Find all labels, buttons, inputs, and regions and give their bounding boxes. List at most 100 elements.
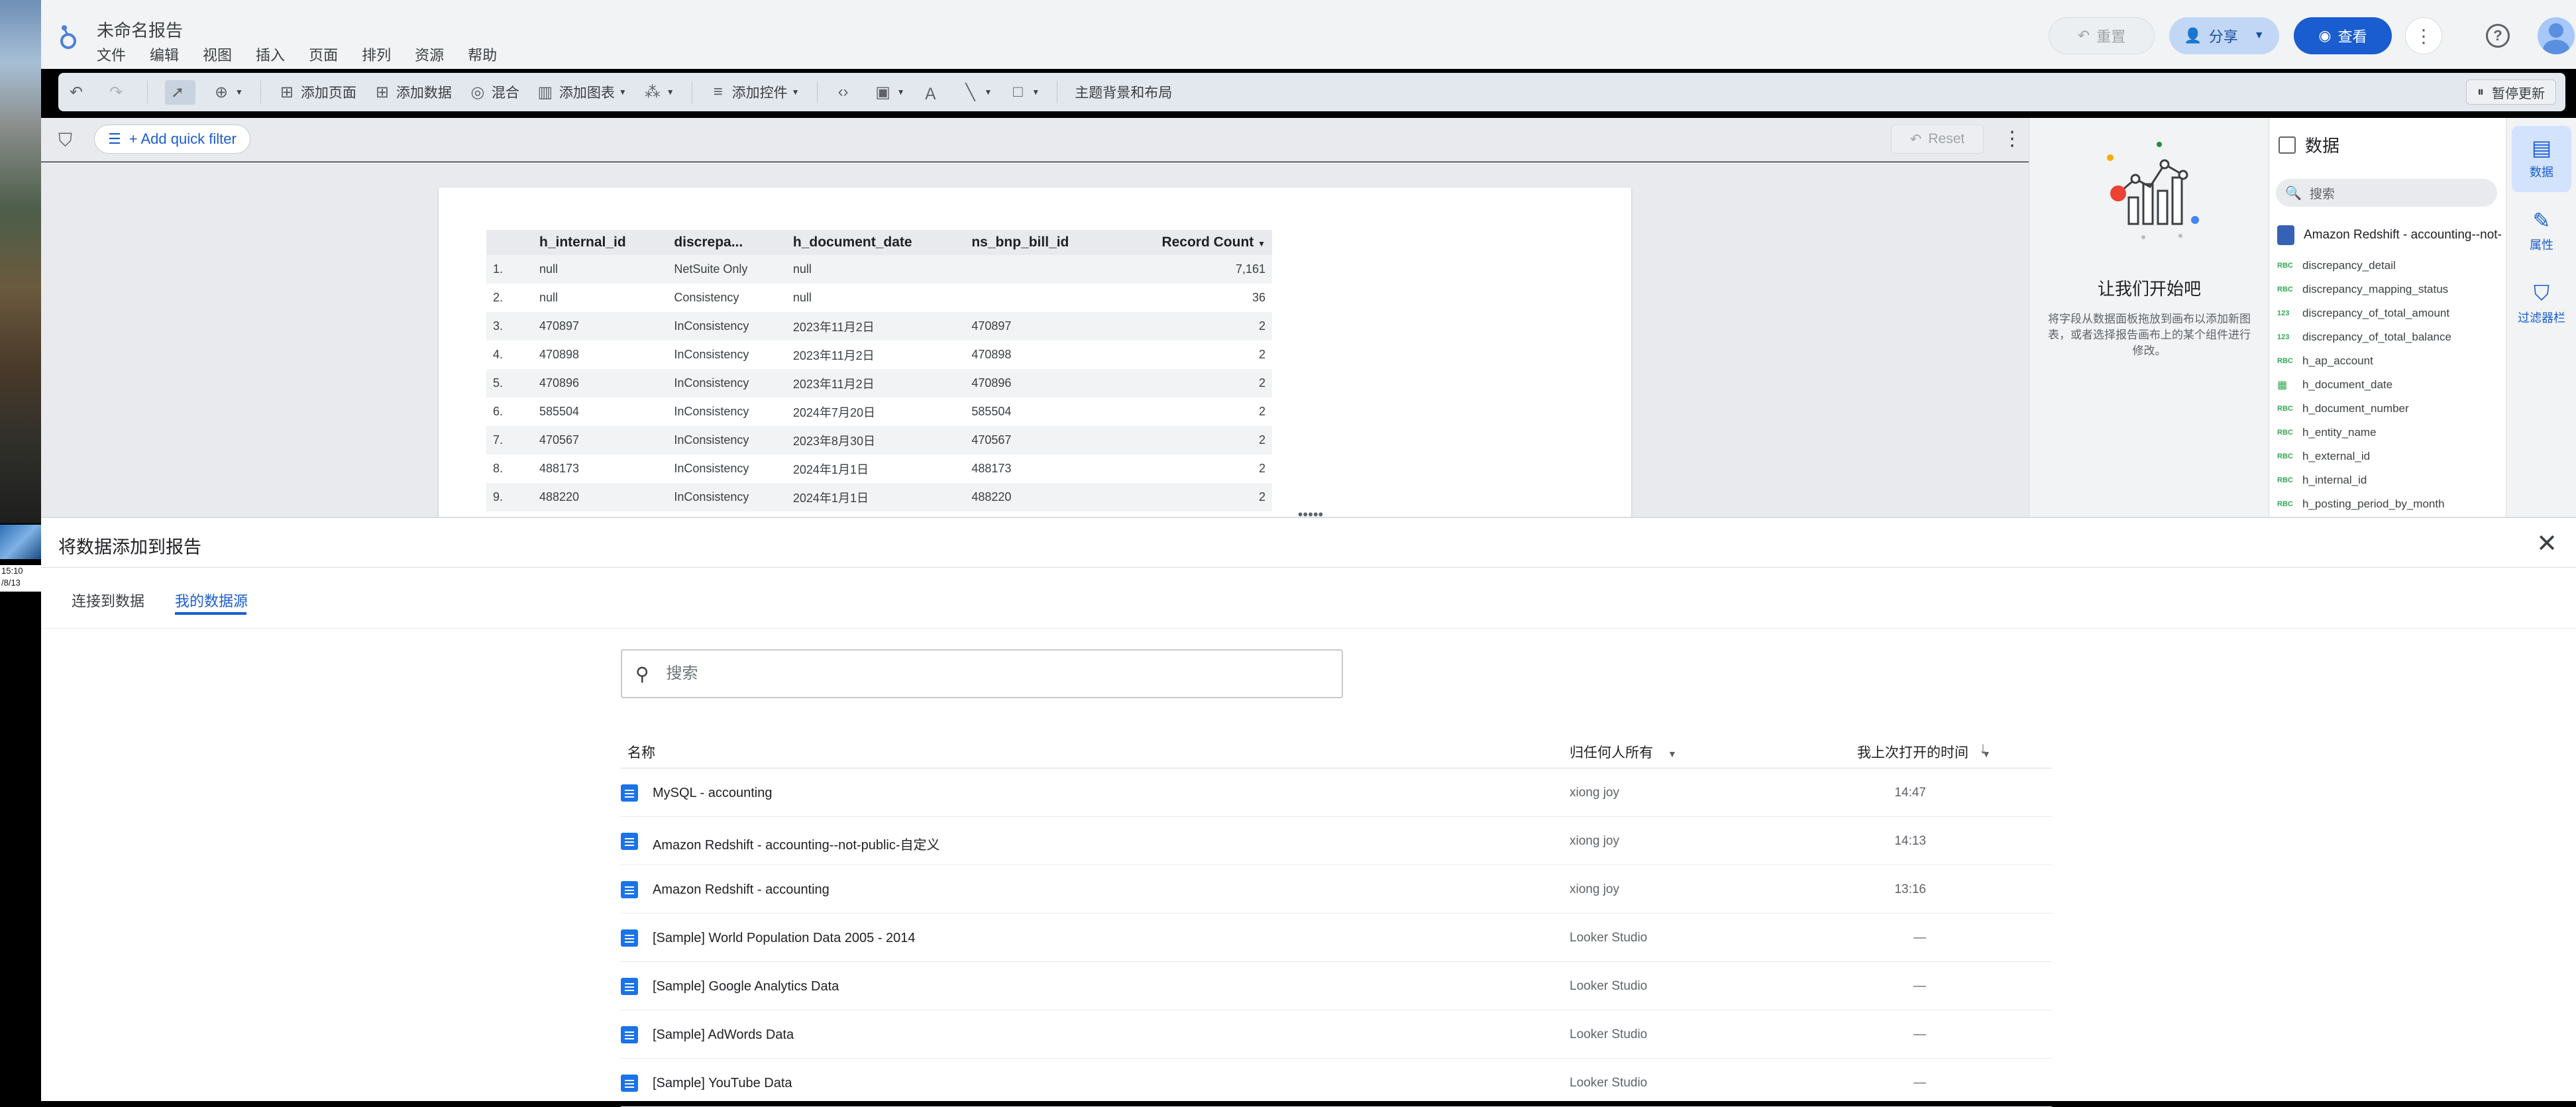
data-source-row[interactable]: Amazon Redshift - accounting--not-public… [621, 817, 2052, 865]
column-name-header[interactable]: 名称 [627, 742, 655, 762]
more-options-icon[interactable]: ⋮ [2405, 17, 2442, 54]
table-cell [965, 255, 1114, 284]
data-source-row[interactable]: Amazon Redshift - accounting xiong joy 13:… [621, 865, 2052, 914]
menu-resource[interactable]: 资源 [415, 44, 444, 65]
field-item[interactable]: RBC h_posting_period_by_month [2277, 492, 2502, 516]
view-label: 查看 [2337, 28, 2367, 45]
field-item[interactable]: RBC h_entity_name [2277, 421, 2502, 445]
row-index: 6. [493, 405, 504, 418]
add-page-button[interactable]: ⊞ 添加页面 [278, 82, 356, 102]
redo-button[interactable]: ↷ [107, 83, 130, 102]
table-cell: 2024年1月1日 [792, 462, 869, 476]
tab-my-data-sources[interactable]: 我的数据源 [175, 590, 248, 611]
help-icon[interactable]: ? [2486, 24, 2510, 48]
menu-edit[interactable]: 编辑 [150, 44, 179, 65]
table-header[interactable]: h_document_date [786, 230, 965, 255]
theme-layout-button[interactable]: 主题背景和布局 [1075, 82, 1172, 102]
table-row[interactable]: 2. null Consistency null 36 [486, 284, 1272, 312]
data-source-search-input[interactable] [666, 664, 1263, 683]
more-options-icon[interactable]: ⋮ [2002, 127, 2022, 150]
report-title[interactable]: 未命名报告 [97, 17, 183, 42]
table-header[interactable]: h_internal_id [533, 230, 668, 255]
data-source-row[interactable]: [Sample] World Population Data 2005 - 20… [621, 914, 2052, 962]
menu-file[interactable]: 文件 [97, 44, 126, 65]
column-owner-header[interactable]: 归任何人所有 ▼ [1570, 742, 1677, 762]
select-tool-button[interactable]: ➚ [165, 79, 195, 105]
field-item[interactable]: ▦ h_document_date [2277, 373, 2502, 397]
field-item[interactable]: RBC h_internal_id [2277, 468, 2502, 492]
share-button[interactable]: 👤 分享 ▼ [2169, 17, 2279, 54]
table-row[interactable]: 8. 488173 InConsistency 2024年1月1日 488173 2 [486, 454, 1272, 483]
data-source-row[interactable]: MySQL - accounting xiong joy 14:47 [621, 768, 2052, 817]
field-item[interactable]: 123 discrepancy_of_total_amount [2277, 301, 2502, 325]
tab-connect-to-data[interactable]: 连接到数据 [72, 590, 144, 611]
chart-illustration-icon [2107, 142, 2199, 239]
table-row[interactable]: 6. 585504 InConsistency 2024年7月20日 585504 2 [486, 397, 1272, 426]
data-source-row[interactable]: [Sample] Google Analytics Data Looker Stu… [621, 962, 2052, 1010]
row-index: 8. [493, 462, 504, 475]
side-tab-properties[interactable]: ✎ 属性 [2512, 199, 2571, 265]
data-source-row[interactable]: [Sample] YouTube Data Looker Studio — [621, 1059, 2052, 1107]
menu-insert[interactable]: 插入 [256, 44, 285, 65]
reset-button[interactable]: ↶ 重置 [2049, 17, 2155, 54]
table-header[interactable]: ns_bnp_bill_id [965, 230, 1114, 255]
view-button[interactable]: ◉ 查看 [2294, 17, 2392, 54]
table-row[interactable]: 1. null NetSuite Only null 7,161 [486, 255, 1272, 284]
zoom-button[interactable]: ⊕ ▼ [213, 83, 243, 102]
table-row[interactable]: 5. 470896 InConsistency 2023年11月2日 470896 2 [486, 369, 1272, 397]
field-item[interactable]: RBC h_external_id [2277, 445, 2502, 468]
pause-updates-button[interactable]: ⏸ 暂停更新 [2466, 79, 2556, 105]
avatar[interactable] [2538, 17, 2575, 54]
data-source-item[interactable]: Amazon Redshift - accounting--not-p... [2277, 225, 2502, 245]
reset-filter-button[interactable]: ↶ Reset [1891, 125, 1984, 154]
table-header[interactable]: discrepa... [667, 230, 786, 255]
table-row[interactable]: 7. 470567 InConsistency 2023年8月30日 470567 2 [486, 426, 1272, 454]
line-button[interactable]: ╲ ▼ [961, 83, 992, 102]
undo-icon: ↶ [69, 83, 83, 101]
blend-button[interactable]: ◎ 混合 [469, 82, 519, 102]
field-item[interactable]: RBC h_ap_account [2277, 349, 2502, 373]
field-item[interactable]: 123 discrepancy_of_total_balance [2277, 325, 2502, 349]
field-search-input[interactable]: 🔍 搜索 [2276, 179, 2497, 207]
data-source-search[interactable]: ⚲ [621, 649, 1343, 698]
community-viz-button[interactable]: ⁂ ▼ [644, 83, 674, 102]
resize-handle[interactable]: ••••• [1297, 507, 1324, 522]
add-chart-button[interactable]: ▥ 添加图表 ▼ [537, 82, 627, 102]
menu-arrange[interactable]: 排列 [362, 44, 391, 65]
data-panel: 数据 🔍 搜索 Amazon Redshift - accounting--no… [2269, 118, 2506, 517]
embed-code-button[interactable]: ‹› [835, 83, 857, 101]
menu-page[interactable]: 页面 [309, 44, 338, 65]
data-source-row[interactable]: [Sample] AdWords Data Looker Studio — [621, 1010, 2052, 1059]
table-row[interactable]: 3. 470897 InConsistency 2023年11月2日 470897 2 [486, 312, 1272, 341]
table-header-sorted[interactable]: Record Count ▼ [1114, 230, 1272, 255]
field-item[interactable]: RBC discrepancy_detail [2277, 254, 2502, 278]
add-control-button[interactable]: ≡ 添加控件 ▼ [710, 82, 800, 102]
column-last-opened-header[interactable]: 我上次打开的时间 ▼ [1857, 742, 1991, 762]
image-button[interactable]: ▣ ▼ [875, 83, 904, 102]
side-tab-filter-bar[interactable]: ⛉ 过滤器栏 [2512, 272, 2571, 338]
table-cell: 470897 [965, 312, 1114, 341]
data-source-owner: Looker Studio [1570, 1076, 1648, 1090]
add-data-button[interactable]: ⊞ 添加数据 [374, 82, 452, 102]
shape-button[interactable]: □ ▼ [1009, 83, 1040, 101]
text-button[interactable]: Ａ [922, 81, 944, 104]
table-row[interactable]: 4. 470898 InConsistency 2023年11月2日 470898 2 [486, 341, 1272, 369]
menu-help[interactable]: 帮助 [468, 44, 497, 65]
chevron-down-icon[interactable]: ▼ [2254, 30, 2265, 42]
get-started-panel: 让我们开始吧 将字段从数据面板拖放到画布以添加新图表，或者选择报告画布上的某个组… [2029, 118, 2269, 517]
sort-arrow-down-icon[interactable]: ↓ [1979, 739, 1987, 758]
undo-button[interactable]: ↶ [68, 83, 90, 102]
menu-view[interactable]: 视图 [203, 44, 232, 65]
add-quick-filter-button[interactable]: ☰ + Add quick filter [94, 125, 250, 154]
filter-icon[interactable]: ⛉ [58, 130, 72, 152]
side-tab-data[interactable]: ▤ 数据 [2512, 126, 2571, 192]
field-item[interactable]: RBC discrepancy_mapping_status [2277, 278, 2502, 301]
close-icon[interactable]: ✕ [2536, 529, 2557, 558]
table-row[interactable]: 9. 488220 InConsistency 2024年1月1日 488220 2 [486, 483, 1272, 511]
data-table[interactable]: h_internal_id discrepa... h_document_dat… [486, 230, 1272, 511]
taskbar-thumbnail[interactable] [0, 525, 41, 559]
report-page[interactable]: h_internal_id discrepa... h_document_dat… [439, 187, 1631, 517]
looker-studio-logo-icon[interactable] [58, 23, 78, 50]
field-item[interactable]: RBC h_document_number [2277, 397, 2502, 421]
text-type-icon: RBC [2277, 429, 2293, 437]
